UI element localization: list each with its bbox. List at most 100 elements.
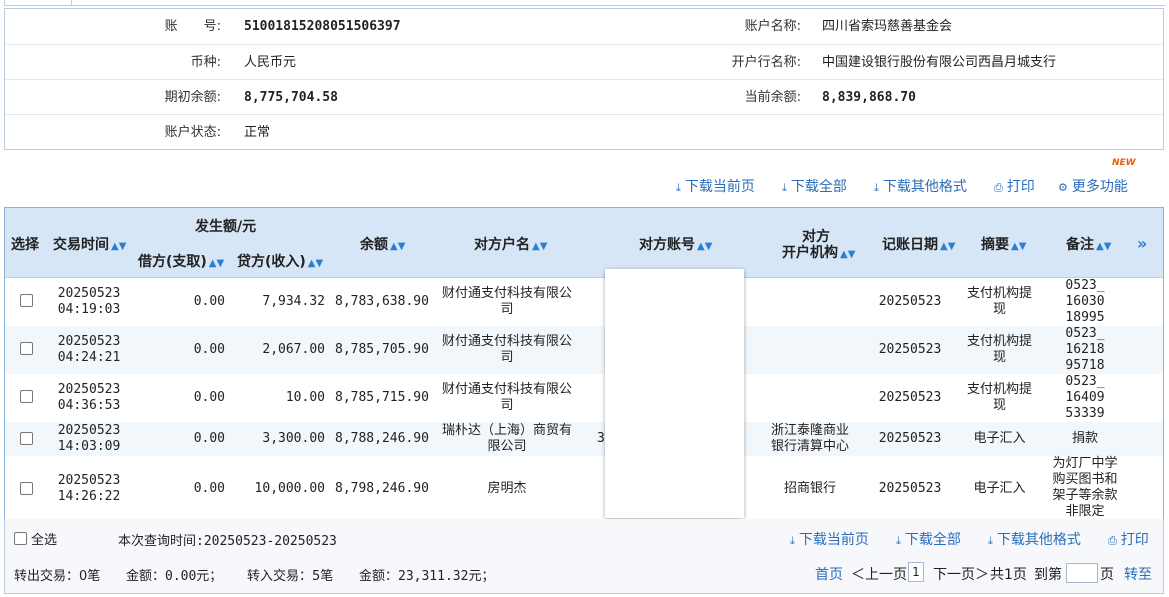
row-credit: 10.00	[285, 390, 325, 405]
row-balance: 8,785,705.90	[335, 342, 429, 357]
col-counterparty-bank[interactable]: 开户机构 ▲▼	[782, 242, 855, 262]
footer-download-other-label: 下载其他格式	[996, 532, 1081, 548]
first-page-link[interactable]: 首页	[815, 564, 843, 584]
table-row[interactable]: 20250523 04:19:03 0.00 7,934.32 8,783,638…	[5, 278, 1163, 326]
row-credit: 3,300.00	[262, 431, 325, 446]
col-balance-label: 余额	[360, 237, 388, 253]
more-columns-icon[interactable]: »	[1137, 234, 1147, 253]
col-book-date[interactable]: 记账日期 ▲▼	[882, 234, 955, 254]
remark-line2: 16030	[1065, 294, 1105, 309]
download-other-label: 下载其他格式	[882, 179, 967, 195]
row-date: 20250523	[57, 423, 121, 438]
row-summary: 支付机构提现	[962, 382, 1037, 414]
row-counterparty-name: 财付通支付科技有限公司	[432, 286, 582, 318]
cp-name-line1: 财付通支付科技有限公	[441, 382, 572, 397]
footer-print-button[interactable]: ⎙ 打印	[1108, 529, 1149, 549]
print-button[interactable]: ⎙ 打印	[994, 176, 1035, 196]
row-counterparty-bank: 招商银行	[783, 481, 836, 496]
footer-download-page-button[interactable]: ⤓ 下载当前页	[790, 529, 869, 549]
top-tab-strip	[0, 0, 1169, 6]
sort-icon: ▲▼	[940, 241, 956, 252]
remark-line2: 16409	[1065, 390, 1105, 405]
col-summary-label: 摘要	[981, 237, 1009, 253]
download-all-button[interactable]: ⤓ 下载全部	[782, 176, 847, 196]
more-label: 更多功能	[1071, 179, 1128, 195]
sort-icon: ▲▼	[1096, 241, 1112, 252]
current-balance-value: 8,839,868.70	[822, 90, 916, 105]
col-credit[interactable]: 贷方(收入) ▲▼	[237, 251, 323, 271]
col-summary[interactable]: 摘要 ▲▼	[981, 234, 1026, 254]
info-row-account: 账 号: 51001815208051506397 账户名称: 四川省索玛慈善基…	[5, 9, 1163, 44]
prev-page-link[interactable]: ＜上一页	[851, 564, 907, 584]
table-row[interactable]: 20250523 14:26:22 0.00 10,000.00 8,798,24…	[5, 456, 1163, 520]
col-time-label: 交易时间	[53, 237, 109, 253]
row-clock: 04:36:53	[57, 398, 121, 413]
summary-line2: 现	[992, 398, 1006, 413]
more-functions-button[interactable]: ⚙ 更多功能	[1058, 176, 1128, 196]
download-page-button[interactable]: ⤓ 下载当前页	[676, 176, 755, 196]
select-all[interactable]: 全选	[14, 529, 57, 548]
select-all-checkbox[interactable]	[14, 532, 27, 545]
row-book-date: 20250523	[878, 431, 942, 446]
table-row[interactable]: 20250523 04:24:21 0.00 2,067.00 8,785,705…	[5, 326, 1163, 374]
row-debit: 0.00	[193, 294, 225, 309]
footer-download-all-button[interactable]: ⤓ 下载全部	[896, 529, 961, 549]
account-no-label: 账 号:	[164, 19, 221, 34]
footer-download-other-button[interactable]: ⤓ 下载其他格式	[988, 529, 1081, 549]
row-checkbox[interactable]	[20, 390, 33, 403]
in-amount: 金额：23,311.32元；	[359, 569, 495, 584]
download-icon: ⤓	[896, 534, 901, 547]
row-time: 20250523 04:24:21	[55, 334, 123, 366]
col-credit-label: 贷方(收入)	[237, 254, 306, 270]
download-other-format-button[interactable]: ⤓ 下载其他格式	[874, 176, 967, 196]
row-date: 20250523	[57, 473, 121, 488]
col-remark[interactable]: 备注 ▲▼	[1066, 234, 1111, 254]
info-row-currency: 币种: 人民币元 开户行名称: 中国建设银行股份有限公司西昌月城支行	[5, 44, 1163, 80]
cp-name-line1: 瑞朴达（上海）商贸有	[441, 423, 572, 438]
printer-icon: ⎙	[994, 181, 1003, 194]
row-clock: 14:03:09	[57, 439, 121, 454]
remark-line1: 0523_	[1065, 278, 1105, 293]
currency-label: 币种:	[190, 55, 221, 70]
col-cp-name-label: 对方户名	[474, 237, 530, 253]
footer-download-all-label: 下载全部	[904, 532, 961, 548]
col-select: 选择	[11, 237, 39, 253]
download-icon: ⤓	[874, 181, 879, 194]
footer-download-page-label: 下载当前页	[798, 532, 869, 548]
active-tab-stub[interactable]	[4, 0, 72, 6]
next-page-link[interactable]: 下一页＞	[933, 564, 989, 584]
row-summary: 支付机构提现	[962, 334, 1037, 366]
col-counterparty-name[interactable]: 对方户名 ▲▼	[474, 234, 547, 254]
row-checkbox[interactable]	[20, 342, 33, 355]
col-debit[interactable]: 借方(支取) ▲▼	[138, 251, 224, 271]
row-credit: 10,000.00	[254, 481, 325, 496]
col-balance[interactable]: 余额 ▲▼	[360, 234, 405, 254]
col-counterparty-account[interactable]: 对方账号 ▲▼	[639, 234, 712, 254]
row-book-date: 20250523	[878, 481, 942, 496]
row-balance: 8,798,246.90	[335, 481, 429, 496]
remark-line1: 为灯厂中学	[1052, 456, 1118, 471]
col-time[interactable]: 交易时间 ▲▼	[53, 234, 126, 254]
remark-line1: 0523_	[1065, 374, 1105, 389]
table-row[interactable]: 20250523 14:03:09 0.00 3,300.00 8,788,246…	[5, 422, 1163, 456]
current-balance-label: 当前余额:	[744, 90, 801, 105]
print-label: 打印	[1006, 179, 1035, 195]
goto-page-input[interactable]	[1066, 563, 1098, 583]
row-debit: 0.00	[193, 390, 225, 405]
row-checkbox[interactable]	[20, 294, 33, 307]
sort-icon: ▲▼	[390, 241, 406, 252]
sort-icon: ▲▼	[697, 241, 713, 252]
goto-prefix: 到第	[1034, 567, 1062, 583]
table-row[interactable]: 20250523 04:36:53 0.00 10.00 8,785,715.90…	[5, 374, 1163, 422]
goto-button[interactable]: 转至	[1124, 564, 1152, 584]
summary-line1: 支付机构提	[966, 334, 1032, 349]
cp-name-line1: 财付通支付科技有限公	[441, 286, 572, 301]
row-remark: 0523_ 16409 53339	[1045, 374, 1125, 422]
cp-name-line2: 司	[500, 302, 514, 317]
row-checkbox[interactable]	[20, 432, 33, 445]
row-checkbox[interactable]	[20, 482, 33, 495]
page-number-box[interactable]: 1	[908, 562, 924, 582]
row-balance: 8,788,246.90	[335, 431, 429, 446]
row-remark: 0523_ 16030 18995	[1045, 278, 1125, 326]
row-clock: 04:24:21	[57, 350, 121, 365]
